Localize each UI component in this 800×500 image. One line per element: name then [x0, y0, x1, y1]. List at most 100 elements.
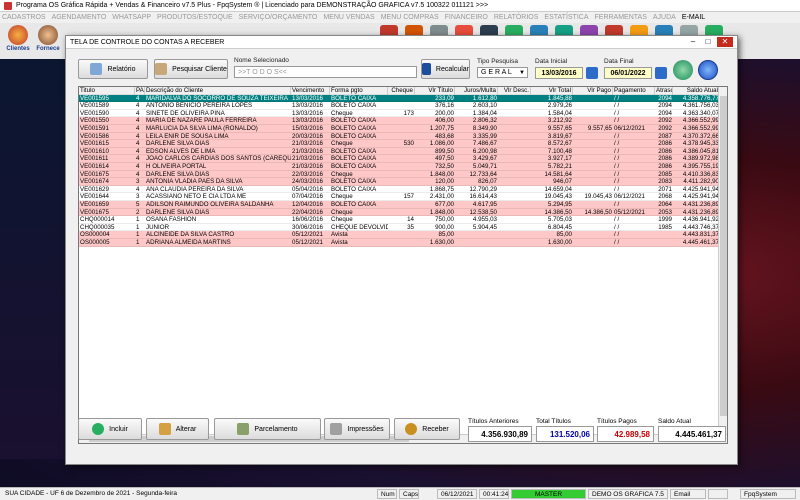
column-header[interactable]: Titulo: [79, 87, 135, 95]
table-cell: 06/12/2021: [614, 193, 645, 201]
column-header[interactable]: Cheque: [388, 87, 415, 95]
saldo-atual-value: 4.445.461,37: [658, 426, 726, 442]
data-final-input[interactable]: 06/01/2022: [604, 67, 652, 79]
table-cell: BOLETO CAIXA: [331, 125, 377, 132]
column-header[interactable]: Atraso: [655, 87, 673, 95]
table-row[interactable]: VE001659 5 ADILSON RAIMUNDO OLIVEIRA SALDA…: [79, 201, 720, 209]
menu-whatsapp[interactable]: WHATSAPP: [112, 14, 151, 21]
calendar-icon[interactable]: [655, 67, 667, 79]
minimize-icon[interactable]: –: [687, 37, 699, 47]
table-row[interactable]: VE001614 4 H OLIVEIRA PORTAL 21/03/2016 BOLE…: [79, 163, 720, 171]
table-cell: VE001610: [80, 147, 109, 155]
table-cell: 3.335,99: [472, 132, 497, 140]
table-cell: 14.386,50: [544, 208, 572, 216]
table-row[interactable]: VE001589 4 ANTONIO BENICIO PEREIRA LOPES 13…: [79, 102, 720, 110]
incluir-button[interactable]: Incluir: [78, 418, 142, 440]
table-row[interactable]: CHQ000035 1 JUNIOR 30/06/2016 CHEQUE DEVOLVI…: [79, 223, 720, 232]
column-header[interactable]: PA: [135, 87, 145, 95]
table-row[interactable]: VE001591 4 MARLUCIA DA SILVA LIMA (RONALDO…: [79, 125, 720, 133]
column-header[interactable]: Saldo Atual: [673, 87, 720, 95]
menu-estatistica[interactable]: ESTATÍSTICA: [544, 14, 588, 21]
table-cell: [388, 231, 415, 239]
nome-selecionado-input[interactable]: >>T O D O S<<: [234, 66, 417, 78]
pesquisar-cliente-button[interactable]: Pesquisar Cliente: [154, 59, 228, 79]
table-cell: 05/12/2021: [292, 231, 323, 239]
table-cell: 22/04/2016: [292, 208, 323, 216]
table-cell: 750,00: [435, 216, 454, 224]
table-cell: BOLETO CAIXA: [331, 201, 377, 208]
maximize-icon[interactable]: □: [702, 37, 714, 47]
menu-ferramentas[interactable]: FERRAMENTAS: [595, 14, 647, 21]
fornecedores-button[interactable]: Fornece: [34, 25, 62, 57]
relatorio-button[interactable]: Relatório: [78, 59, 148, 79]
menu-compras[interactable]: MENU COMPRAS: [381, 14, 439, 21]
table-cell: 200,00: [435, 109, 454, 117]
table-row[interactable]: VE001611 4 JOÃO CARLOS CARDIAS DOS SANTOS …: [79, 155, 720, 163]
calendar-icon[interactable]: [586, 67, 598, 79]
data-inicial-input[interactable]: 13/03/2016: [535, 67, 583, 79]
column-header[interactable]: Vlr Pago: [573, 87, 613, 95]
table-cell: 13/03/2016: [292, 109, 323, 117]
table-row[interactable]: VE001644 3 ACASSIANO NETO E CIA LTDA ME 07/…: [79, 193, 720, 201]
refresh-icon[interactable]: [673, 60, 693, 80]
table-row[interactable]: VE001590 4 SINETE DE OLIVEIRA PINA 13/03/20…: [79, 109, 720, 118]
menu-produtos[interactable]: PRODUTOS/ESTOQUE: [157, 14, 233, 21]
table-cell: 4: [136, 109, 140, 117]
main-menu: CADASTROS AGENDAMENTO WHATSAPP PRODUTOS/…: [0, 12, 800, 23]
table-cell: [388, 155, 415, 163]
table-cell: 4.370.372,66: [682, 132, 719, 140]
table-cell: 6.804,45: [547, 223, 572, 231]
alterar-button[interactable]: Alterar: [146, 418, 209, 440]
titulos-anteriores-label: Títulos Anteriores: [468, 418, 519, 425]
table-row[interactable]: OS000005 1 ADRIANA ALMEIDA MARTINS 05/12/20…: [79, 239, 720, 247]
table-cell: / /: [614, 216, 620, 224]
column-header[interactable]: Pagamento: [613, 87, 655, 95]
table-row[interactable]: VE001550 4 MARIA DE NAZARE PAULA FERREIRA 1…: [79, 117, 720, 125]
column-header[interactable]: Forma pgto: [330, 87, 388, 95]
column-header[interactable]: Descrição do Cliente: [145, 87, 291, 95]
status-email[interactable]: Email: [670, 489, 706, 499]
table-cell: 2086: [658, 147, 672, 155]
table-row[interactable]: VE001615 4 DARLENE SILVA DIAS 21/03/2016 Che…: [79, 140, 720, 148]
table-row[interactable]: VE001595 4 MARIDALVA DO SOCORRO DE SOUZA T…: [79, 94, 720, 103]
menu-vendas[interactable]: MENU VENDAS: [323, 14, 374, 21]
column-header[interactable]: Vencimento: [291, 87, 330, 95]
column-header[interactable]: Juros/Multa: [455, 87, 498, 95]
menu-agendamento[interactable]: AGENDAMENTO: [52, 14, 107, 21]
arrow-right-icon[interactable]: [698, 60, 718, 80]
table-row[interactable]: OS000004 1 ALCINEIDE DA SILVA CASTRO 05/12/…: [79, 231, 720, 239]
column-header[interactable]: Vlr Desc.: [498, 87, 531, 95]
table-row[interactable]: VE001586 4 LEILA ENIR DE SOUSA LIMA 20/03/2…: [79, 132, 720, 141]
table-cell: 2094: [658, 102, 672, 110]
menu-relatorios[interactable]: RELATÓRIOS: [494, 14, 539, 21]
table-cell: / /: [614, 94, 620, 102]
table-row[interactable]: VE001675 4 DARLENE SILVA DIAS 22/03/2016 Che…: [79, 170, 720, 179]
recalcular-button[interactable]: Recalcular: [421, 59, 470, 79]
column-header[interactable]: Vlr Título: [415, 87, 455, 95]
table-cell: [655, 231, 673, 239]
table-row[interactable]: CHQ000014 1 OSANA FASHION 16/06/2016 Cheque 1…: [79, 216, 720, 224]
vertical-scrollbar[interactable]: [718, 87, 727, 435]
table-cell: ALCINEIDE DA SILVA CASTRO: [146, 231, 235, 239]
table-cell: BOLETO CAIXA: [331, 94, 377, 102]
menu-servico[interactable]: SERVIÇO/ORÇAMENTO: [239, 14, 318, 21]
table-row[interactable]: VE001629 4 ANA CLAUDIA PEREIRA DA SILVA 05/…: [79, 185, 720, 194]
column-header[interactable]: Vlr Total: [531, 87, 573, 95]
menu-ajuda[interactable]: AJUDA: [653, 14, 676, 21]
table-cell: MARIA DE NAZARE PAULA FERREIRA: [146, 117, 257, 125]
close-icon[interactable]: ✕: [717, 37, 733, 47]
receber-button[interactable]: Receber: [394, 418, 460, 440]
tipo-pesquisa-select[interactable]: G E R A L ▼: [477, 67, 528, 78]
menu-cadastros[interactable]: CADASTROS: [2, 14, 46, 21]
table-cell: [498, 216, 531, 224]
impressoes-button[interactable]: Impressões: [324, 418, 390, 440]
parcelamento-button[interactable]: Parcelamento: [214, 418, 321, 440]
table-row[interactable]: VE001675 2 DARLENE SILVA DIAS 22/04/2016 Che…: [79, 208, 720, 217]
table-row[interactable]: VE001674 3 ANTONIA VLADIA PAES DA SILVA 24/…: [79, 178, 720, 186]
table-cell: 4: [136, 132, 140, 140]
menu-financeiro[interactable]: FINANCEIRO: [445, 14, 488, 21]
menu-email[interactable]: E-MAIL: [682, 14, 705, 21]
clientes-icon: [8, 25, 28, 45]
clientes-button[interactable]: Clientes: [4, 25, 32, 57]
table-row[interactable]: VE001610 4 EDSON ALVES DE LIMA 21/03/2016 BO…: [79, 147, 720, 156]
